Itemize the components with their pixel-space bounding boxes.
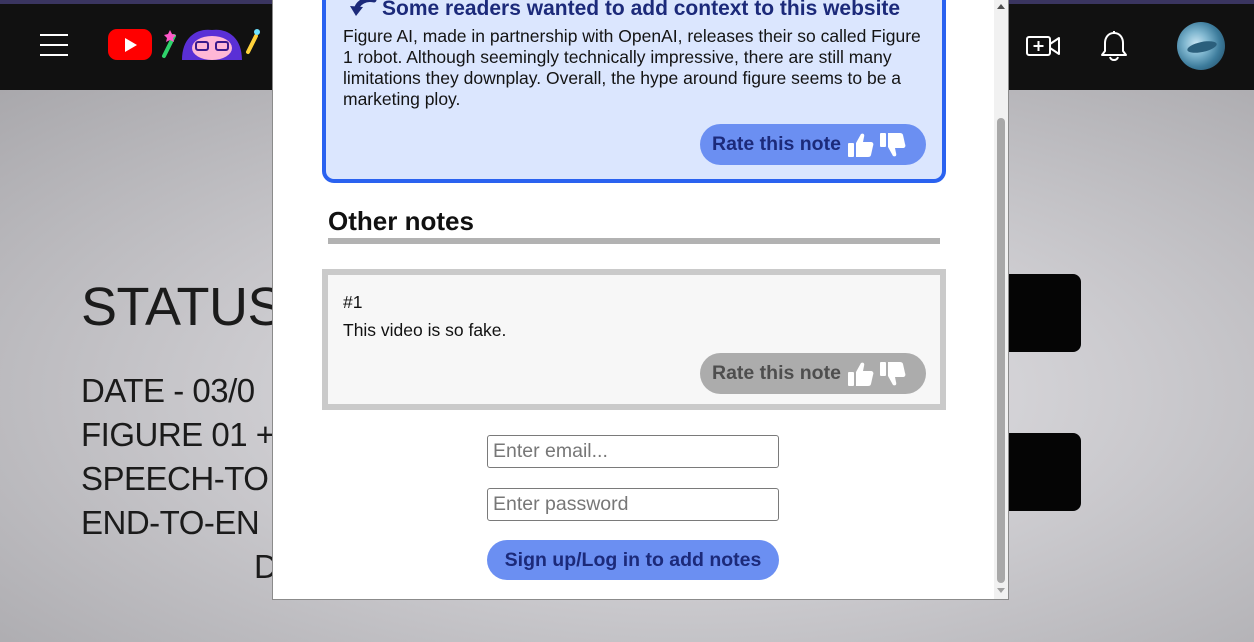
rate-note-button[interactable]: Rate this note [700,353,926,394]
notes-popup: Some readers wanted to add context to th… [272,0,1009,600]
youtube-doodle-icon[interactable] [160,22,262,62]
rate-note-button[interactable]: Rate this note [700,124,926,165]
password-field[interactable] [487,488,779,521]
slide-line: END-TO-EN [81,504,260,541]
arrow-icon [350,0,377,16]
scrollbar-thumb[interactable] [997,118,1005,583]
other-notes-heading: Other notes [328,206,474,236]
thumbs-down-icon[interactable] [879,360,907,388]
thumbs-up-icon[interactable] [847,131,875,159]
slide-title: STATUS [81,277,284,337]
youtube-logo-icon[interactable] [108,29,152,60]
note-text: This video is so fake. [343,320,507,340]
video-camera-plus-icon[interactable] [1026,34,1060,58]
context-note-body: Figure AI, made in partnership with Open… [343,26,921,109]
scroll-up-arrow-icon[interactable] [997,4,1005,9]
context-heading: Some readers wanted to add context to th… [382,0,901,20]
hamburger-menu-icon[interactable] [40,34,68,56]
slide-line: FIGURE 01 + [81,416,275,453]
slide-line: SPEECH-TO [81,460,269,497]
scroll-down-arrow-icon[interactable] [997,588,1005,593]
slide-line: DATE - 03/0 [81,372,255,409]
note-number: #1 [343,292,363,312]
thumbs-up-icon[interactable] [847,360,875,388]
context-heading-row: Some readers wanted to add context to th… [348,0,900,21]
email-field[interactable] [487,435,779,468]
note-card: #1 This video is so fake. Rate this note [322,269,946,410]
heading-divider [328,238,940,244]
rate-note-label: Rate this note [712,133,841,155]
avatar[interactable] [1177,22,1225,70]
login-signup-button[interactable]: Sign up/Log in to add notes [487,540,779,580]
thumbs-down-icon[interactable] [879,131,907,159]
rate-note-label: Rate this note [712,362,841,384]
bell-icon[interactable] [1100,30,1128,62]
context-note-card: Some readers wanted to add context to th… [322,0,946,183]
scrollbar[interactable] [994,0,1008,599]
